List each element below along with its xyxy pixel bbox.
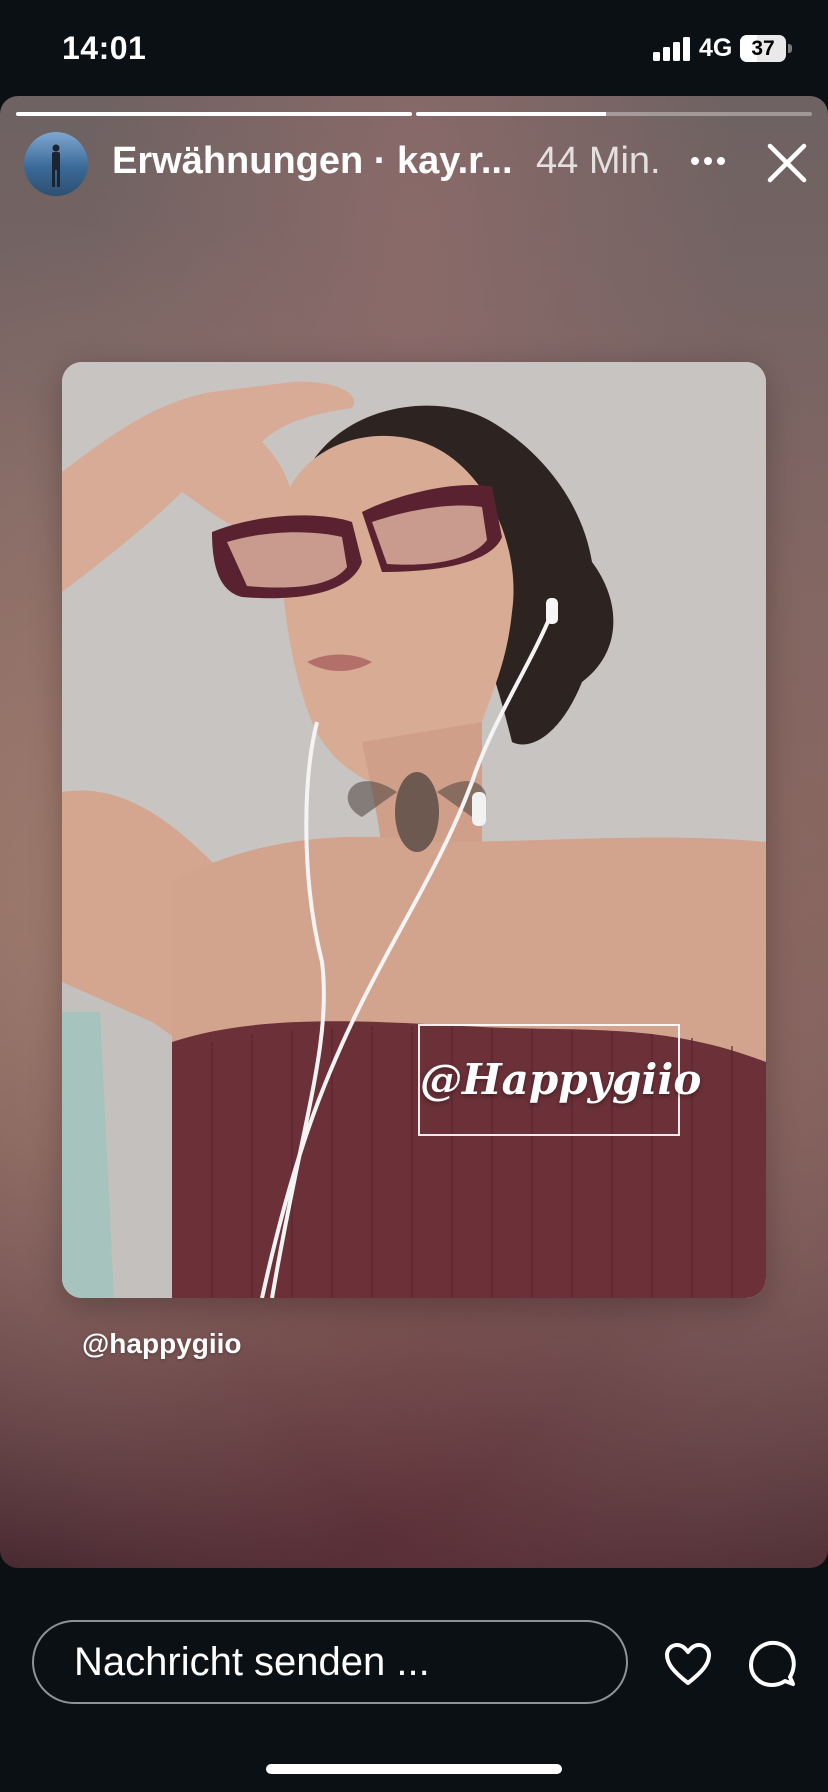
story-viewer[interactable]: Erwähnungen · kay.r... 44 Min. @Happygii… [0, 96, 828, 1568]
shared-photo[interactable]: @Happygiio [62, 362, 766, 1298]
story-progress-bar-1 [16, 112, 412, 116]
cellular-signal-icon [653, 37, 690, 61]
story-progress-bar-2 [416, 112, 812, 116]
heart-icon[interactable] [664, 1642, 712, 1686]
home-indicator[interactable] [266, 1764, 562, 1774]
battery-percent: 37 [751, 37, 775, 60]
network-type: 4G [699, 34, 733, 62]
battery-body: 37 [740, 35, 786, 62]
battery-icon: 37 [740, 35, 794, 62]
mention-sticker[interactable]: @happygiio [82, 1328, 242, 1360]
status-time: 14:01 [62, 30, 147, 66]
battery-cap [788, 44, 792, 53]
comment-icon[interactable] [748, 1640, 796, 1688]
story-progress-fill [416, 112, 607, 116]
profile-avatar[interactable] [24, 132, 88, 196]
instagram-story-screen: 14:01 4G 37 Erwähnungen · kay.r... 44 Mi… [0, 0, 828, 1792]
ellipsis-icon[interactable] [690, 156, 726, 166]
close-icon[interactable] [766, 142, 808, 184]
send-message-input[interactable] [32, 1620, 628, 1704]
status-bar: 14:01 4G 37 [0, 0, 828, 96]
story-progress-fill [16, 112, 412, 116]
avatar-person-figure [52, 144, 60, 187]
story-time-ago: 44 Min. [536, 140, 661, 182]
story-title[interactable]: Erwähnungen · kay.r... [112, 140, 516, 183]
photo-illustration [62, 362, 766, 1298]
photo-text-sticker: @Happygiio [418, 1024, 701, 1136]
